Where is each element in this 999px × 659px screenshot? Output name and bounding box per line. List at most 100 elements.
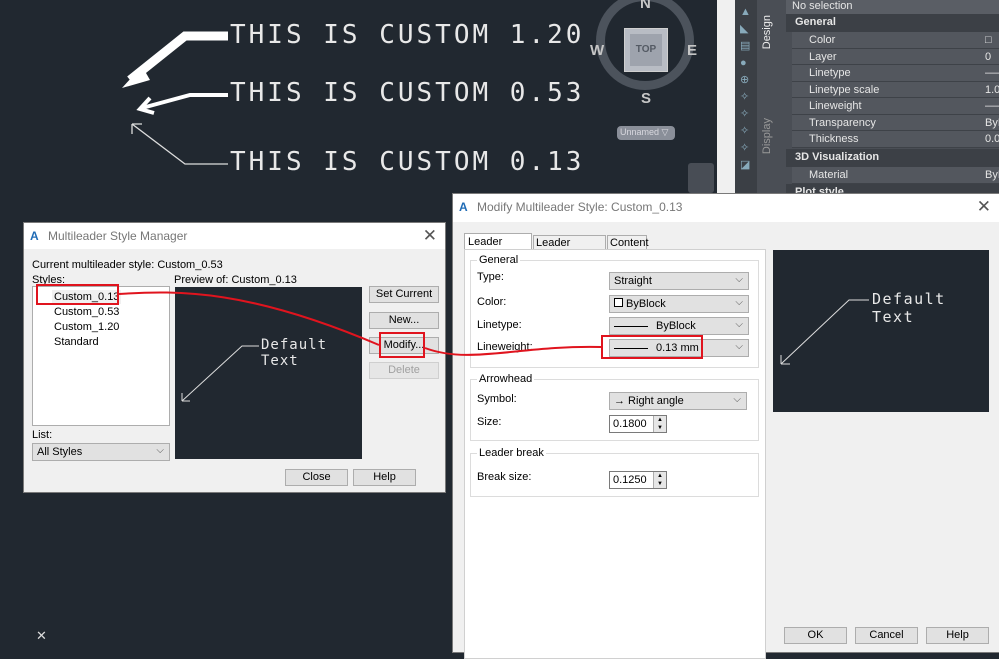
symbol-value: → Right angle — [614, 395, 684, 407]
tab-design[interactable]: Design — [761, 15, 773, 49]
color-label: Color: — [477, 296, 507, 308]
linetype-label: Linetype: — [477, 319, 522, 331]
prop-value[interactable]: ByL — [985, 117, 999, 129]
close-icon[interactable]: ✕ — [423, 226, 437, 246]
prop-row[interactable]: Linetype —— — [792, 65, 999, 82]
style-list-item[interactable]: Custom_1.20 — [52, 320, 121, 334]
viewcube[interactable]: TOP N W E S — [590, 0, 697, 110]
dialog-title: Modify Multileader Style: Custom_0.13 — [477, 200, 683, 214]
prop-row[interactable]: Layer 0 — [792, 48, 999, 65]
new-button[interactable]: New... — [369, 312, 439, 329]
spinner-arrows-icon[interactable]: ▲ ▼ — [653, 416, 666, 432]
navbar[interactable] — [688, 163, 714, 193]
chevron-down-icon: ⌵ — [735, 274, 743, 285]
prop-value[interactable]: —— — [985, 100, 999, 112]
close-icon[interactable]: ✕ — [977, 197, 991, 217]
section-general[interactable]: General — [786, 14, 999, 32]
section-3d-visualization[interactable]: 3D Visualization — [786, 149, 999, 167]
chevron-down-icon: ⌵ — [156, 445, 164, 456]
palette-tabs: Design Display — [757, 0, 782, 195]
current-style-label: Current multileader style: Custom_0.53 — [32, 259, 223, 271]
list-value: All Styles — [37, 446, 83, 458]
color-swatch-icon — [614, 298, 623, 307]
set-current-button[interactable]: Set Current — [369, 286, 439, 303]
general-group-label: General — [477, 254, 521, 266]
prop-row[interactable]: Thickness 0.00 — [792, 131, 999, 148]
type-value: Straight — [614, 275, 652, 287]
spinner-arrows-icon[interactable]: ▲ ▼ — [653, 472, 666, 488]
leader-text-0-13: THIS IS CUSTOM 0.13 — [230, 147, 585, 177]
highlight-modify — [379, 332, 425, 358]
ok-button[interactable]: OK — [784, 627, 847, 644]
styles-list[interactable]: Custom_0.13 Custom_0.53 Custom_1.20 Standar… — [32, 286, 170, 426]
ucs-icon: ✕ — [36, 628, 47, 643]
tab-display[interactable]: Display — [761, 118, 773, 154]
prop-value[interactable]: □ — [985, 34, 992, 46]
chevron-down-icon: ⌵ — [735, 341, 743, 352]
size-spinner[interactable]: 0.1800 ▲ ▼ — [609, 415, 667, 433]
title-bar: A Multileader Style Manager ✕ — [24, 223, 445, 249]
preview-pane: Default Text — [773, 250, 989, 412]
properties-panel: No selection General Color □ Layer 0 Linetyp… — [782, 0, 999, 202]
cancel-button[interactable]: Cancel — [855, 627, 918, 644]
break-size-spinner[interactable]: 0.1250 ▲ ▼ — [609, 471, 667, 489]
linetype-value: ByBlock — [656, 320, 696, 332]
tab-leader-format[interactable]: Leader Format — [464, 233, 532, 260]
selection-dropdown[interactable]: No selection — [786, 0, 999, 14]
type-select[interactable]: Straight ⌵ — [609, 272, 749, 290]
prop-value[interactable]: 0.00 — [985, 133, 999, 145]
tab-content[interactable]: Content — [607, 235, 649, 250]
leader-text-0-53: THIS IS CUSTOM 0.53 — [230, 78, 585, 108]
prop-value[interactable]: —— — [985, 67, 999, 79]
close-button[interactable]: Close — [285, 469, 348, 486]
prop-label: Lineweight — [809, 100, 862, 112]
top-face-label: TOP — [630, 34, 662, 66]
palette-toolbar: ▲ ◣ ▤ ● ⊕ ✧ ✧ ✧ ✧ ◪ — [735, 0, 757, 195]
preview-label: Preview of: Custom_0.13 — [174, 274, 297, 286]
help-button[interactable]: Help — [353, 469, 416, 486]
preview-pane: Default Text — [175, 287, 362, 459]
prop-label: Transparency — [809, 116, 876, 129]
help-button[interactable]: Help — [926, 627, 989, 644]
prop-label: Layer — [809, 50, 837, 63]
chevron-down-icon: ⌵ — [733, 394, 741, 405]
prop-value[interactable]: 0 — [985, 51, 991, 63]
preview-text: Default Text — [261, 337, 328, 369]
prop-label: Linetype — [809, 67, 851, 79]
list-filter-select[interactable]: All Styles ⌵ — [32, 443, 170, 461]
prop-row[interactable]: Color □ — [792, 32, 999, 49]
preview-leader — [181, 345, 259, 402]
prop-value[interactable]: 1.00 — [985, 84, 999, 96]
lineweight-label: Lineweight: — [477, 341, 533, 353]
compass-e[interactable]: E — [687, 42, 697, 59]
compass-s[interactable]: S — [641, 90, 651, 107]
autocad-logo: A — [30, 229, 39, 243]
symbol-label: Symbol: — [477, 393, 517, 405]
highlight-custom-0-13 — [36, 284, 119, 305]
style-list-item[interactable]: Standard — [52, 335, 101, 349]
style-list-item[interactable]: Custom_0.53 — [52, 305, 121, 319]
tab-leader-structure[interactable]: Leader Structure — [533, 235, 606, 261]
arrowhead-group-label: Arrowhead — [477, 373, 535, 385]
chevron-down-icon: ⌵ — [735, 319, 743, 330]
type-label: Type: — [477, 271, 504, 283]
linetype-select[interactable]: ByBlock ⌵ — [609, 317, 749, 335]
viewcube-top-face[interactable]: TOP — [624, 28, 668, 72]
prop-row[interactable]: Transparency ByL — [792, 114, 999, 131]
delete-button: Delete — [369, 362, 439, 379]
prop-label: Color — [809, 34, 836, 46]
prop-label: Linetype scale — [809, 83, 880, 96]
highlight-lineweight — [601, 335, 703, 359]
prop-row[interactable]: Linetype scale 1.00 — [792, 81, 999, 98]
prop-value[interactable]: ByL — [985, 169, 999, 181]
palette-edge — [717, 0, 735, 200]
color-value: ByBlock — [626, 298, 666, 310]
color-select[interactable]: ByBlock ⌵ — [609, 295, 749, 313]
ucs-menu[interactable]: Unnamed ▽ — [617, 126, 675, 140]
prop-row[interactable]: Lineweight —— — [792, 98, 999, 115]
preview-leader — [780, 299, 869, 365]
compass-w[interactable]: W — [590, 42, 604, 59]
symbol-select[interactable]: → Right angle ⌵ — [609, 392, 747, 410]
compass-n[interactable]: N — [640, 0, 651, 12]
modify-multileader-style-dialog: A Modify Multileader Style: Custom_0.13 ✕ … — [452, 193, 999, 659]
